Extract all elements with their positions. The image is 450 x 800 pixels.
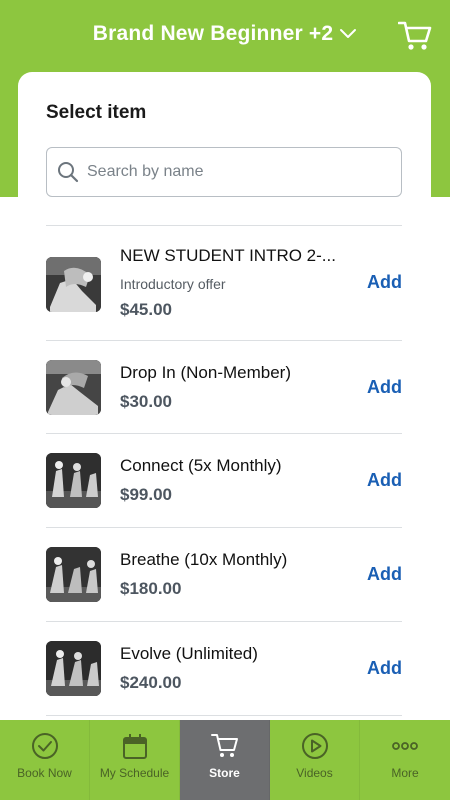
add-button[interactable]: Add [367, 564, 402, 585]
item-name: Drop In (Non-Member) [120, 363, 291, 382]
item-price: $30.00 [120, 392, 172, 411]
store-card: Select item NEW STUDENT INTRO 2-... Intr… [18, 72, 431, 732]
list-item[interactable]: Evolve (Unlimited) $240.00 Add [46, 622, 402, 715]
item-thumbnail [46, 641, 101, 696]
tab-label: Book Now [17, 766, 72, 780]
cart-icon [211, 734, 238, 757]
divider [46, 715, 402, 716]
search-box [46, 147, 402, 197]
tab-label: My Schedule [99, 766, 170, 780]
bottom-tab-bar: Book Now My Schedule Store Videos More [0, 720, 450, 800]
item-price: $240.00 [120, 673, 182, 692]
tab-store[interactable]: Store [180, 720, 270, 800]
list-item[interactable]: Breathe (10x Monthly) $180.00 Add [46, 528, 402, 621]
tab-my-schedule[interactable]: My Schedule [90, 720, 180, 800]
item-name: Connect (5x Monthly) [120, 456, 282, 475]
add-button[interactable]: Add [367, 470, 402, 491]
item-thumbnail [46, 453, 101, 508]
add-button[interactable]: Add [367, 658, 402, 679]
item-name: Breathe (10x Monthly) [120, 550, 288, 569]
profile-name: Brand New Beginner +2 [92, 22, 334, 45]
item-thumbnail [46, 547, 101, 602]
tab-label: Videos [296, 766, 333, 780]
add-button[interactable]: Add [367, 377, 402, 398]
item-thumbnail [46, 360, 101, 415]
item-price: $99.00 [120, 485, 172, 504]
more-dots-icon [392, 742, 418, 750]
tab-videos[interactable]: Videos [270, 720, 360, 800]
tab-more[interactable]: More [360, 720, 450, 800]
item-name: Evolve (Unlimited) [120, 644, 258, 663]
item-subtitle: Introductory offer [120, 276, 226, 292]
item-price: $45.00 [120, 300, 172, 319]
calendar-icon [123, 734, 147, 759]
header: Brand New Beginner +2 [0, 0, 450, 72]
chevron-down-icon [339, 24, 357, 42]
item-list: NEW STUDENT INTRO 2-... Introductory off… [46, 225, 402, 716]
search-input[interactable] [87, 148, 392, 196]
play-circle-icon [302, 733, 328, 759]
item-thumbnail [46, 257, 101, 312]
item-name: NEW STUDENT INTRO 2-... [120, 246, 336, 265]
tab-label: More [391, 766, 419, 780]
page-title: Select item [46, 102, 147, 123]
check-circle-icon [32, 733, 58, 759]
profile-switcher[interactable]: Brand New Beginner +2 [0, 22, 450, 46]
tab-label: Store [209, 766, 240, 780]
add-button[interactable]: Add [367, 272, 402, 293]
list-item[interactable]: Drop In (Non-Member) $30.00 Add [46, 341, 402, 433]
item-price: $180.00 [120, 579, 182, 598]
tab-book-now[interactable]: Book Now [0, 720, 90, 800]
search-icon [58, 162, 79, 183]
list-item[interactable]: Connect (5x Monthly) $99.00 Add [46, 434, 402, 527]
cart-icon[interactable] [397, 20, 432, 52]
list-item[interactable]: NEW STUDENT INTRO 2-... Introductory off… [46, 226, 402, 340]
